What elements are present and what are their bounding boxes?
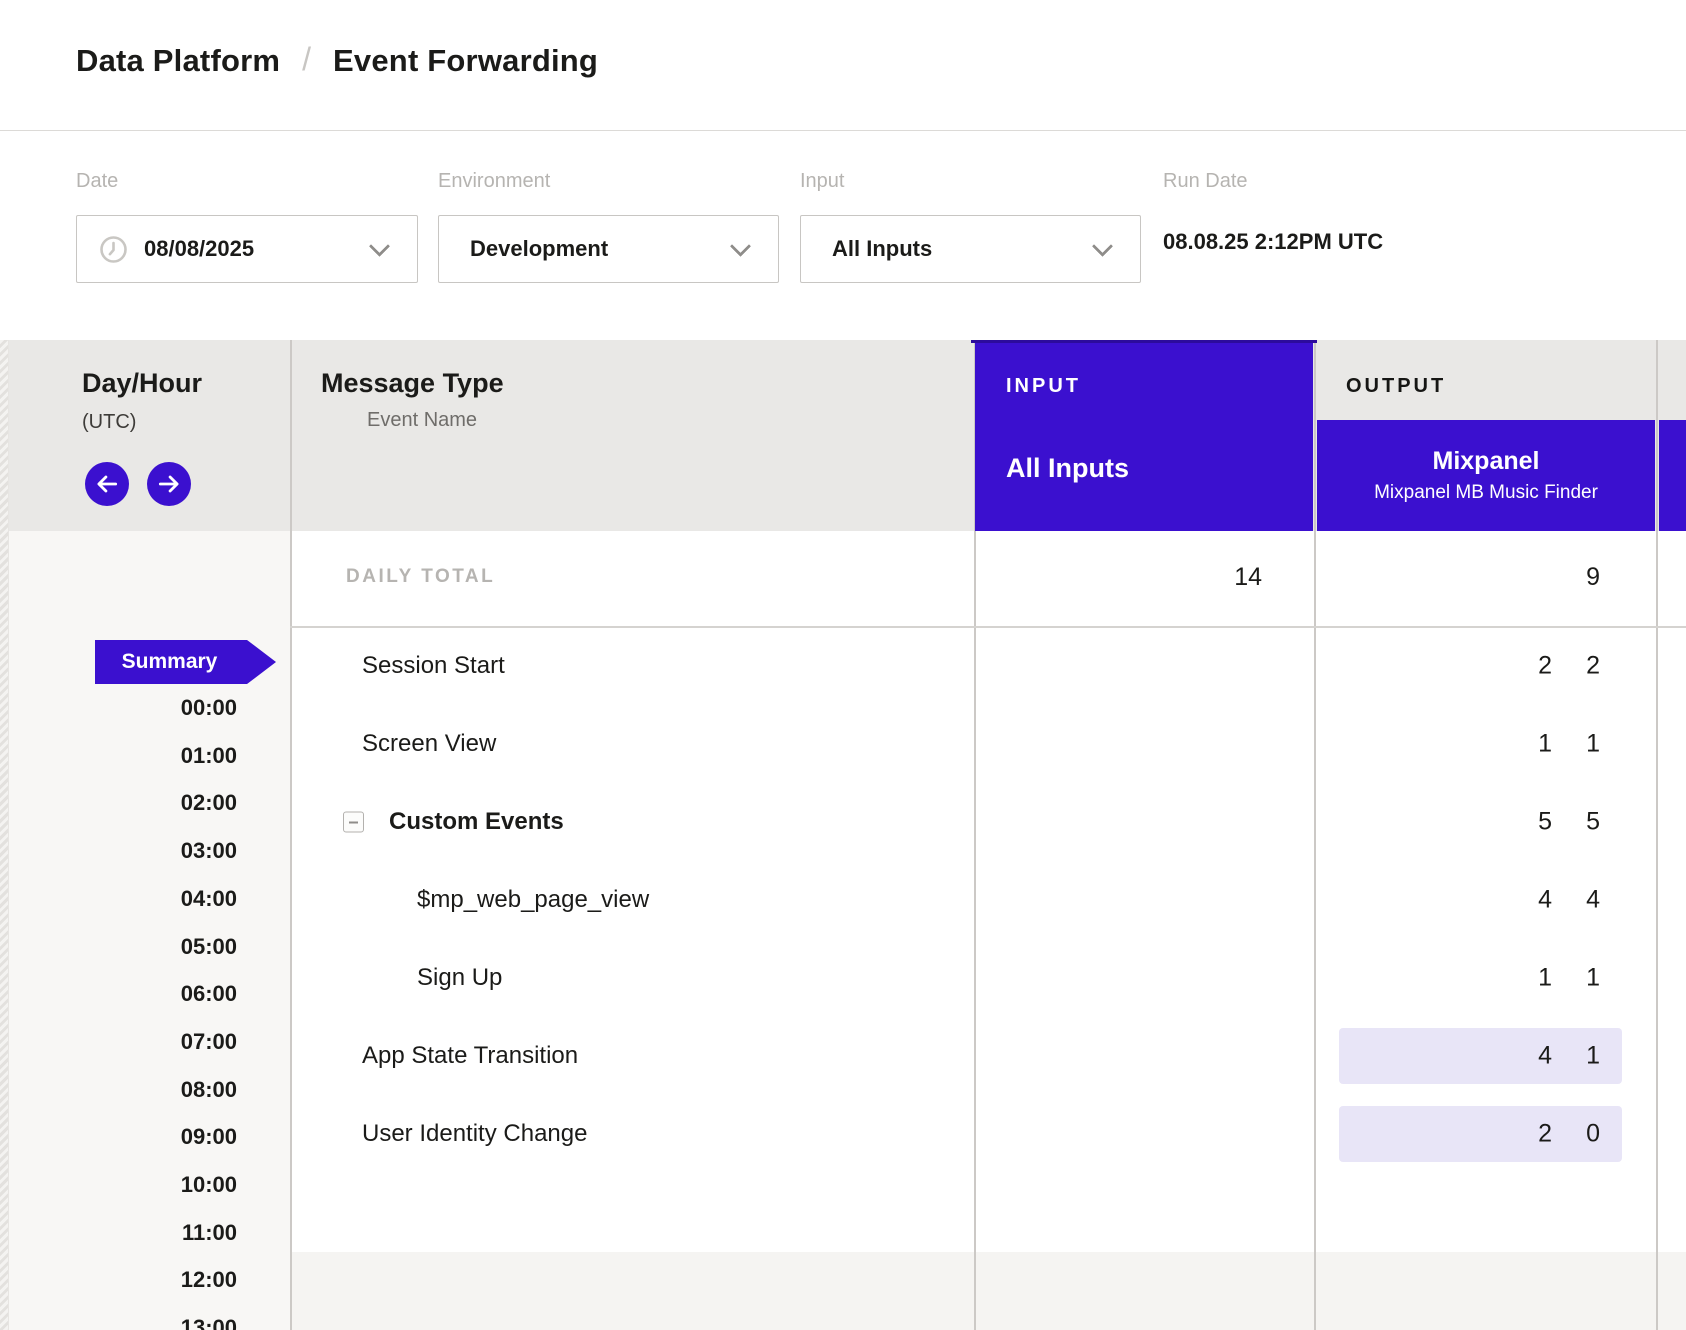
event-forwarding-screen: Data Platform / Event Forwarding Date 08… bbox=[0, 0, 1686, 1330]
output-column-header-mixpanel: Mixpanel Mixpanel MB Music Finder bbox=[1317, 420, 1655, 531]
daily-total-output-count: 9 bbox=[1586, 563, 1600, 592]
day-hour-timezone: (UTC) bbox=[82, 411, 136, 434]
daily-total-label: DAILY TOTAL bbox=[346, 566, 495, 588]
output-count: 1 bbox=[1586, 1042, 1600, 1071]
event-name: Custom Events bbox=[389, 808, 564, 836]
hour-label[interactable]: 00:00 bbox=[8, 694, 237, 722]
arrow-left-icon bbox=[94, 471, 120, 497]
hour-label[interactable]: 06:00 bbox=[8, 980, 237, 1008]
event-name: $mp_web_page_view bbox=[417, 886, 649, 914]
top-header: Data Platform / Event Forwarding bbox=[0, 0, 1686, 131]
chevron-down-icon bbox=[1092, 236, 1113, 257]
hour-label[interactable]: 08:00 bbox=[8, 1076, 237, 1104]
chevron-down-icon bbox=[730, 236, 751, 257]
breadcrumb: Data Platform / Event Forwarding bbox=[76, 42, 598, 79]
filters-bar: Date 08/08/2025 Environment Development … bbox=[0, 131, 1686, 340]
chevron-down-icon bbox=[369, 236, 390, 257]
event-name: App State Transition bbox=[362, 1042, 578, 1070]
daily-total-input-count: 14 bbox=[1234, 563, 1262, 592]
output-count: 1 bbox=[1586, 730, 1600, 759]
input-count: 1 bbox=[1538, 730, 1552, 759]
hour-label[interactable]: 05:00 bbox=[8, 933, 237, 961]
day-hour-header: Day/Hour bbox=[82, 368, 202, 399]
output-count: 1 bbox=[1586, 964, 1600, 993]
table-row: $mp_web_page_view 4 4 bbox=[290, 861, 1686, 939]
input-count: 4 bbox=[1538, 886, 1552, 915]
next-day-button[interactable] bbox=[147, 462, 191, 506]
input-column-header: INPUT All Inputs bbox=[975, 336, 1313, 531]
input-count: 2 bbox=[1538, 652, 1552, 681]
hour-label[interactable]: 11:00 bbox=[8, 1219, 237, 1247]
environment-dropdown[interactable]: Development bbox=[438, 215, 779, 283]
run-date-label: Run Date bbox=[1163, 170, 1248, 193]
left-gutter-hatch bbox=[0, 340, 8, 1330]
input-dropdown[interactable]: All Inputs bbox=[800, 215, 1141, 283]
hour-label[interactable]: 04:00 bbox=[8, 885, 237, 913]
hour-label[interactable]: 09:00 bbox=[8, 1123, 237, 1151]
breadcrumb-data-platform[interactable]: Data Platform bbox=[76, 43, 280, 79]
clock-icon bbox=[99, 235, 128, 264]
hour-label[interactable]: 02:00 bbox=[8, 789, 237, 817]
input-value: All Inputs bbox=[832, 236, 932, 262]
output-column-partial bbox=[1659, 420, 1686, 531]
input-count: 5 bbox=[1538, 808, 1552, 837]
hour-label[interactable]: 10:00 bbox=[8, 1171, 237, 1199]
input-filter-label: Input bbox=[800, 170, 844, 193]
hour-label[interactable]: 01:00 bbox=[8, 742, 237, 770]
event-name: Sign Up bbox=[417, 964, 502, 992]
output-count: 0 bbox=[1586, 1120, 1600, 1149]
hour-label[interactable]: 13:00 bbox=[8, 1314, 237, 1330]
date-value: 08/08/2025 bbox=[144, 236, 254, 262]
date-dropdown[interactable]: 08/08/2025 bbox=[76, 215, 418, 283]
input-section-label: INPUT bbox=[1006, 375, 1081, 398]
output-count: 5 bbox=[1586, 808, 1600, 837]
output-column-subtitle: Mixpanel MB Music Finder bbox=[1374, 482, 1598, 504]
hour-label[interactable]: 07:00 bbox=[8, 1028, 237, 1056]
table-row: Screen View 1 1 bbox=[290, 705, 1686, 783]
output-count: 2 bbox=[1586, 652, 1600, 681]
event-name-subheader: Event Name bbox=[367, 409, 477, 432]
arrow-right-icon bbox=[156, 471, 182, 497]
table-footer-area bbox=[290, 1252, 1686, 1330]
table-row: Session Start 2 2 bbox=[290, 627, 1686, 705]
hour-label[interactable]: 12:00 bbox=[8, 1266, 237, 1294]
date-filter-label: Date bbox=[76, 170, 118, 193]
highlighted-output-cell bbox=[1339, 1106, 1622, 1162]
event-name: User Identity Change bbox=[362, 1120, 587, 1148]
input-count: 2 bbox=[1538, 1120, 1552, 1149]
previous-day-button[interactable] bbox=[85, 462, 129, 506]
event-name: Session Start bbox=[362, 652, 505, 680]
input-count: 4 bbox=[1538, 1042, 1552, 1071]
run-date-value: 08.08.25 2:12PM UTC bbox=[1163, 229, 1383, 255]
environment-value: Development bbox=[470, 236, 608, 262]
page-title: Event Forwarding bbox=[333, 43, 598, 79]
environment-filter-label: Environment bbox=[438, 170, 550, 193]
event-name: Screen View bbox=[362, 730, 496, 758]
table-row: User Identity Change 2 0 bbox=[290, 1095, 1686, 1173]
table-row: Custom Events 5 5 bbox=[290, 783, 1686, 861]
message-type-header: Message Type bbox=[321, 368, 504, 399]
output-section-label: OUTPUT bbox=[1346, 375, 1446, 398]
input-count: 1 bbox=[1538, 964, 1552, 993]
summary-tag[interactable]: Summary bbox=[95, 640, 276, 684]
highlighted-output-cell bbox=[1339, 1028, 1622, 1084]
table-row: Sign Up 1 1 bbox=[290, 939, 1686, 1017]
breadcrumb-separator-icon: / bbox=[302, 41, 311, 78]
input-column-title: All Inputs bbox=[1006, 453, 1129, 484]
output-count: 4 bbox=[1586, 886, 1600, 915]
collapse-minus-icon[interactable] bbox=[343, 812, 364, 833]
output-column-title: Mixpanel bbox=[1433, 447, 1540, 476]
table-row: App State Transition 4 1 bbox=[290, 1017, 1686, 1095]
hour-label[interactable]: 03:00 bbox=[8, 837, 237, 865]
